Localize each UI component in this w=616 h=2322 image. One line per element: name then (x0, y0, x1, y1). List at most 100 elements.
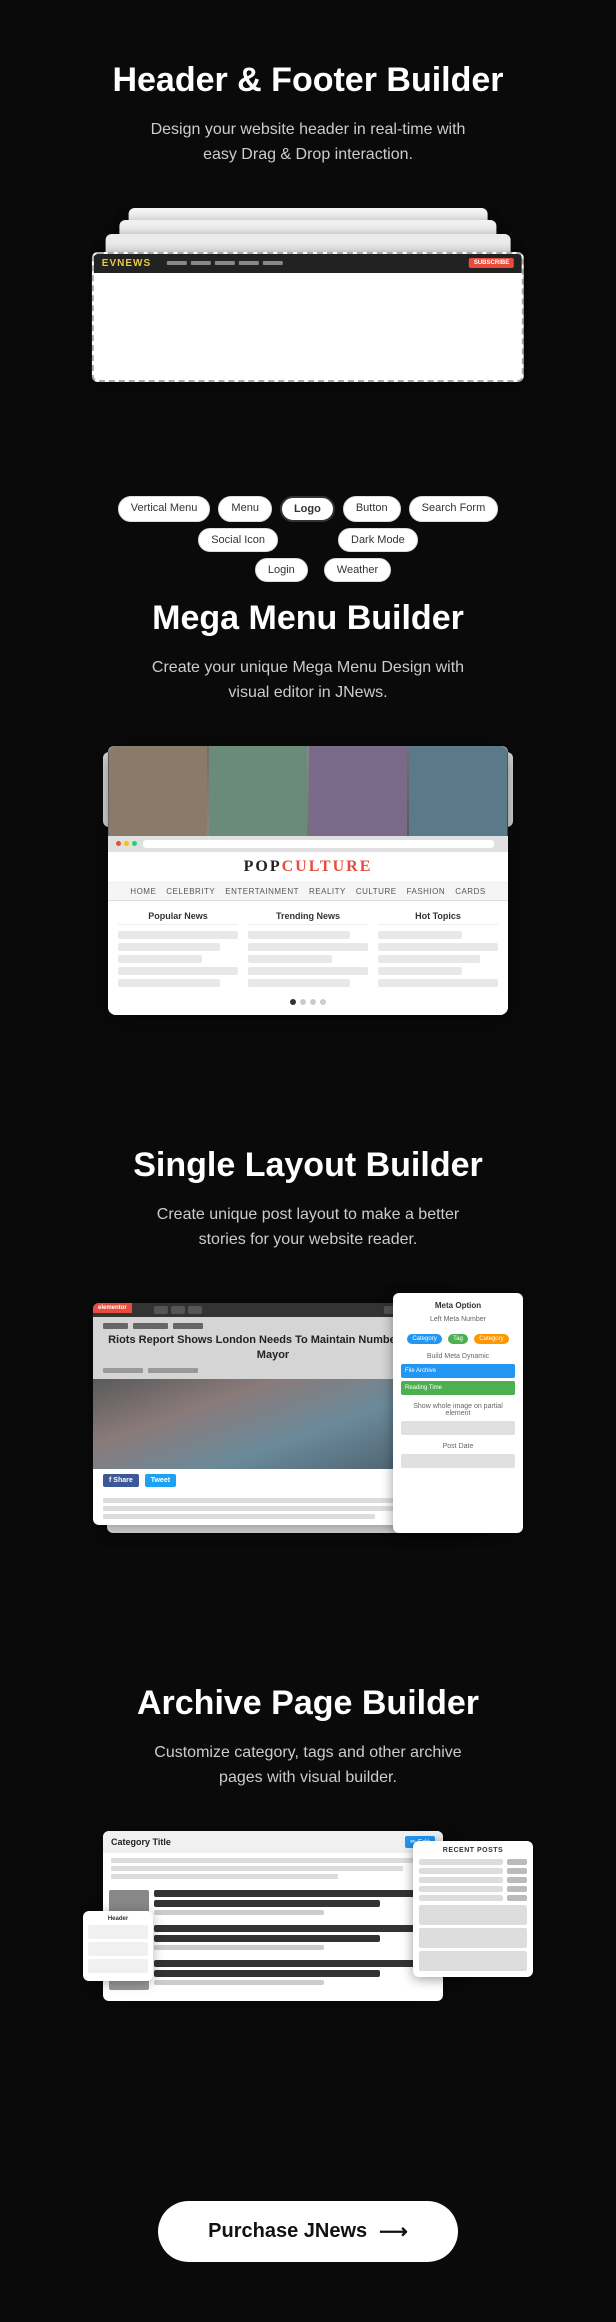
panel-section-4: Post Date (401, 1443, 515, 1468)
pop-culture-bar: POPCULTURE (108, 852, 508, 883)
panel-tag-category[interactable]: Category (407, 1334, 441, 1344)
sidebar-label-5 (419, 1895, 503, 1901)
pop-menu-nav: HOME CELEBRITY ENTERTAINMENT REALITY CUL… (108, 883, 508, 901)
nav-item-home: HOME (130, 887, 156, 896)
mega-menu-desc: Create your unique Mega Menu Design with… (138, 655, 478, 706)
toolbar-menu[interactable]: Menu (218, 496, 272, 522)
toolbar-button[interactable]: Button (343, 496, 401, 522)
dot-red (116, 841, 121, 846)
pop-culture-logo: POPCULTURE (244, 858, 373, 876)
sidebar-label-4 (419, 1886, 503, 1892)
mega-col-popular-title: Popular News (118, 911, 238, 925)
nav-item-culture: CULTURE (356, 887, 397, 896)
toolbar-row-2: Social Icon Dark Mode (198, 528, 418, 552)
sidebar-label-2 (419, 1868, 503, 1874)
nav-item-fashion: FASHION (407, 887, 446, 896)
img-block-1 (109, 746, 207, 836)
mega-menu-section: Mega Menu Builder Create your unique Meg… (0, 538, 616, 1085)
panel-btn-file-archive[interactable]: File Archive (401, 1364, 515, 1378)
toolbar-dark-mode[interactable]: Dark Mode (338, 528, 418, 552)
sidebar-item-1 (419, 1859, 527, 1865)
subscribe-btn: SUBSCRIBE (469, 258, 514, 268)
sidebar-label-1 (419, 1859, 503, 1865)
purchase-button[interactable]: Purchase JNews ⟶ (158, 2201, 458, 2262)
header-footer-preview: EVNEWS THE SNEAKERS NEWSLE (78, 208, 538, 468)
sidebar-count-1 (507, 1859, 527, 1865)
article-sub-3 (154, 1980, 324, 1985)
sidebar-count-3 (507, 1877, 527, 1883)
panel-title: Meta Option (401, 1301, 515, 1310)
panel-tag-category2[interactable]: Category (474, 1334, 508, 1344)
panel-label-2: Build Meta Dynamic (401, 1353, 515, 1360)
header-footer-section: Header & Footer Builder Design your webs… (0, 0, 616, 538)
mega-col-trending-title: Trending News (248, 911, 368, 925)
mega-menu-image-overlay (108, 746, 508, 836)
mega-item (248, 943, 368, 951)
browser-dots-bar (108, 836, 508, 852)
nav-item-celebrity: CELEBRITY (166, 887, 215, 896)
elementor-panel: Meta Option Left Meta Number Category Ta… (393, 1293, 523, 1533)
share-facebook-btn[interactable]: f Share (103, 1474, 139, 1487)
toolbar-search-form[interactable]: Search Form (409, 496, 499, 522)
mega-col-hot-title: Hot Topics (378, 911, 498, 925)
panel-btn-reading-time[interactable]: Reading Time (401, 1381, 515, 1395)
archive-card-header: Category Title ✏ Edit (103, 1831, 443, 1853)
toolbar-vertical-menu[interactable]: Vertical Menu (118, 496, 211, 522)
mega-col-trending: Trending News (248, 911, 368, 991)
mega-item (118, 967, 238, 975)
header-panel-label: Header (88, 1916, 148, 1922)
toolbar-logo[interactable]: Logo (280, 496, 335, 522)
archive-category-title: Category Title (111, 1837, 171, 1847)
toolbar-social-icon[interactable]: Social Icon (198, 528, 278, 552)
toolbar-login[interactable]: Login (255, 558, 308, 582)
dot-yellow (124, 841, 129, 846)
headline-line-2 (154, 1900, 380, 1907)
panel-section-2: Build Meta Dynamic File Archive Reading … (401, 1353, 515, 1395)
toolbar-row-3: Login Weather (187, 558, 429, 582)
mega-item (248, 931, 350, 939)
header-panel-block-3 (88, 1959, 148, 1973)
mega-dropdown: Popular News Trending News (108, 901, 508, 1015)
browser-dots (116, 841, 137, 846)
mega-item (118, 931, 238, 939)
nav-item-entertainment: ENTERTAINMENT (225, 887, 299, 896)
mega-columns: Popular News Trending News (118, 911, 498, 991)
purchase-btn-arrow: ⟶ (379, 2219, 408, 2244)
pagination-dots (118, 999, 498, 1005)
sidebar-item-5 (419, 1895, 527, 1901)
archive-articles (103, 1884, 443, 2001)
sidebar-count-5 (507, 1895, 527, 1901)
img-block-3 (309, 746, 407, 836)
panel-section-1: Left Meta Number Category Tag Category (401, 1316, 515, 1345)
mega-item (118, 979, 220, 987)
archive-article-text-3 (154, 1960, 437, 1985)
mega-item (118, 955, 202, 963)
toolbar-row-1: Vertical Menu Menu Logo Button Search Fo… (118, 496, 498, 522)
mega-item (248, 955, 332, 963)
headline-line-1 (154, 1890, 437, 1897)
mega-menu-top-image (108, 746, 508, 836)
panel-label-3: Show whole image on partial element (401, 1403, 515, 1417)
elementor-label: elementor (93, 1303, 132, 1313)
panel-post-date-field[interactable] (401, 1454, 515, 1468)
share-twitter-btn[interactable]: Tweet (145, 1474, 176, 1487)
mega-menu-card: POPCULTURE HOME CELEBRITY ENTERTAINMENT … (108, 746, 508, 1015)
sidebar-card-title: RECENT POSTS (419, 1847, 527, 1854)
nav-item-cards: CARDS (455, 887, 486, 896)
toolbar-weather[interactable]: Weather (324, 558, 391, 582)
headline-line-5 (154, 1960, 437, 1967)
panel-partial-element[interactable] (401, 1421, 515, 1435)
main-logo-text: EVNEWS (102, 258, 151, 269)
builder-toolbar: Vertical Menu Menu Logo Button Search Fo… (78, 488, 538, 590)
header-footer-title: Header & Footer Builder (40, 60, 576, 101)
img-block-4 (409, 746, 507, 836)
sidebar-count-4 (507, 1886, 527, 1892)
nav-item-reality: REALITY (309, 887, 346, 896)
panel-tag-tag[interactable]: Tag (448, 1334, 468, 1344)
mega-item (248, 967, 368, 975)
mega-item (118, 943, 220, 951)
purchase-section: Purchase JNews ⟶ (0, 2181, 616, 2322)
archive-preview: Category Title ✏ Edit (83, 1831, 533, 2111)
article-sub-1 (154, 1910, 324, 1915)
mega-menu-preview-container: POPCULTURE HOME CELEBRITY ENTERTAINMENT … (98, 746, 518, 1015)
